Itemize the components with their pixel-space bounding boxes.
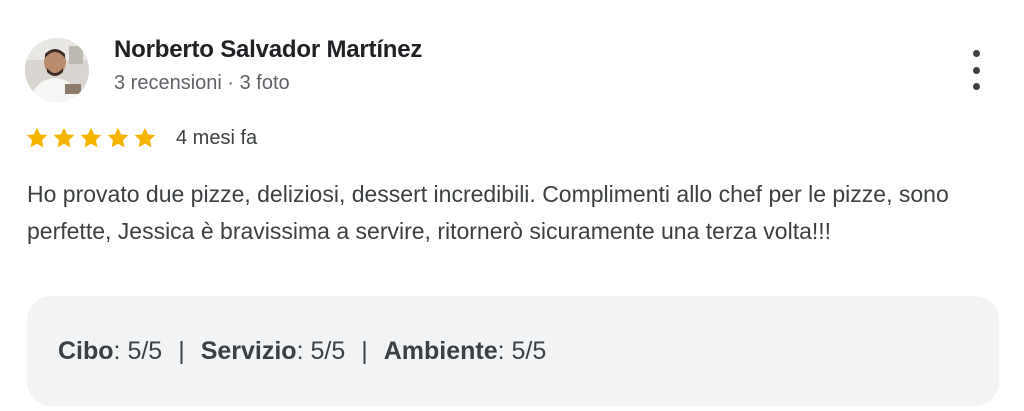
avatar-photo xyxy=(25,38,89,102)
sub-rating-label: Cibo xyxy=(58,336,114,365)
more-vert-icon xyxy=(972,50,980,57)
star-icon xyxy=(134,127,156,148)
sub-ratings-panel: Cibo: 5/5 | Servizio: 5/5 | Ambiente: 5/5 xyxy=(27,296,999,406)
author-meta: 3 recensioni · 3 foto xyxy=(114,72,290,94)
author-name[interactable]: Norberto Salvador Martínez xyxy=(114,36,422,64)
avatar[interactable] xyxy=(25,38,89,102)
sub-rating-value: : 5/5 xyxy=(113,336,163,365)
more-vert-icon-dot xyxy=(972,83,980,90)
more-options-button[interactable] xyxy=(962,50,990,90)
more-vert-icon-dot xyxy=(972,66,980,74)
review-text: Ho provato due pizze, deliziosi, dessert… xyxy=(27,181,949,244)
review-time: 4 mesi fa xyxy=(176,126,258,149)
star-rating xyxy=(24,125,158,151)
sub-rating-cibo: Cibo: 5/5 xyxy=(58,337,162,366)
star-icon xyxy=(107,127,129,148)
sub-rating-separator: | xyxy=(361,336,368,365)
sub-rating-label: Ambiente xyxy=(383,336,498,365)
sub-rating-value: : 5/5 xyxy=(296,336,346,365)
star-icon xyxy=(26,127,48,148)
review-card: Norberto Salvador Martínez 3 recensioni … xyxy=(0,0,1024,411)
star-icon xyxy=(53,127,75,148)
sub-rating-value: : 5/5 xyxy=(497,336,547,365)
sub-rating-servizio: Servizio: 5/5 xyxy=(201,337,346,366)
sub-rating-ambiente: Ambiente: 5/5 xyxy=(384,337,547,366)
rating-row: 4 mesi fa xyxy=(24,124,257,152)
star-icon xyxy=(80,127,102,148)
sub-rating-separator: | xyxy=(178,336,185,365)
sub-rating-label: Servizio xyxy=(200,336,297,365)
